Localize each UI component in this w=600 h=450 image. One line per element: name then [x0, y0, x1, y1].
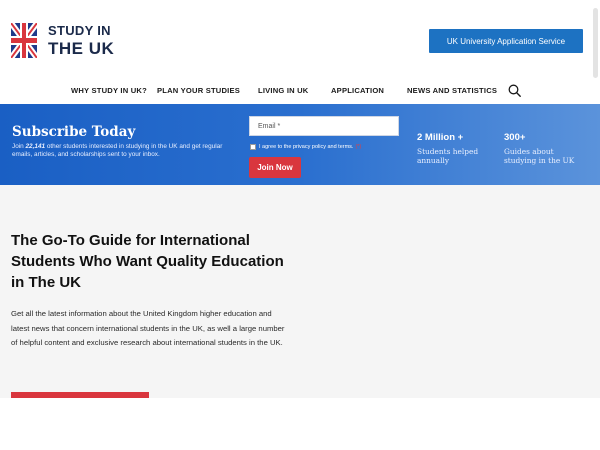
- stat-students-value: 2 Million +: [417, 132, 464, 143]
- stat-guides-value: 300+: [504, 132, 526, 143]
- subscribe-desc-prefix: Join: [12, 143, 26, 150]
- hero-description: Get all the latest information about the…: [11, 309, 285, 347]
- privacy-agree-row: I agree to the privacy policy and terms.…: [250, 144, 361, 150]
- logo-wordmark: STUDY IN THE UK: [48, 24, 114, 57]
- nav-item-why-study[interactable]: WHY STUDY IN UK?: [71, 86, 147, 95]
- nav-item-living[interactable]: LIVING IN UK: [258, 86, 309, 95]
- subscribe-title: Subscribe Today: [12, 124, 136, 140]
- privacy-agree-label[interactable]: I agree to the privacy policy and terms.: [259, 144, 353, 150]
- site-header: STUDY IN THE UK UK University Applicatio…: [0, 0, 600, 78]
- join-now-button[interactable]: Join Now: [249, 157, 301, 178]
- subscribe-banner: Subscribe Today Join 22,141 other studen…: [0, 104, 600, 185]
- page-bottom-area: [0, 398, 600, 450]
- nav-item-news[interactable]: NEWS AND STATISTICS: [407, 86, 497, 95]
- stat-guides-label: Guides about studying in the UK: [504, 147, 575, 165]
- hero-section: The Go-To Guide for International Studen…: [0, 185, 600, 398]
- logo-line1: STUDY IN: [48, 23, 111, 38]
- page-scrollbar[interactable]: [593, 8, 598, 78]
- subscribe-description: Join 22,141 other students interested in…: [12, 143, 242, 159]
- nav-item-application[interactable]: APPLICATION: [331, 86, 384, 95]
- nav-item-plan-studies[interactable]: PLAN YOUR STUDIES: [157, 86, 240, 95]
- stat-students-label: Students helped annually: [417, 147, 479, 165]
- required-marker: (*): [355, 144, 362, 150]
- union-jack-flag-icon: [11, 23, 37, 58]
- search-icon[interactable]: [508, 84, 521, 97]
- subscriber-count: 22,141: [25, 143, 46, 150]
- logo-line2: THE UK: [48, 39, 115, 58]
- privacy-checkbox[interactable]: [250, 144, 256, 150]
- site-logo[interactable]: STUDY IN THE UK: [11, 23, 114, 58]
- ucas-application-button[interactable]: UK University Application Service: [429, 29, 583, 53]
- email-input[interactable]: Email *: [249, 116, 399, 136]
- hero-title: The Go-To Guide for International Studen…: [11, 232, 284, 291]
